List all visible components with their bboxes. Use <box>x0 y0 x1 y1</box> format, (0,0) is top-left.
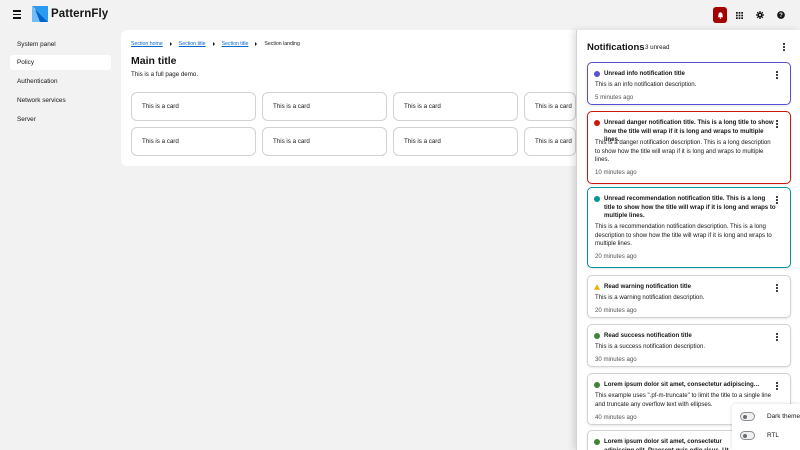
bell-icon <box>717 11 723 19</box>
notification-timestamp: 30 minutes ago <box>595 356 637 363</box>
card-text: This is a card <box>142 138 179 145</box>
notification-title: Read success notification title <box>604 332 692 339</box>
svg-text:?: ? <box>779 13 783 19</box>
card-text: This is a card <box>273 103 310 110</box>
notification-title: Lorem ipsum dolor sit amet, consectetur … <box>604 381 760 388</box>
sidebar-item-network-services[interactable]: Network services <box>10 93 111 108</box>
help-icon: ? <box>777 11 785 19</box>
card-text: This is a card <box>142 103 179 110</box>
notification-kebab-icon[interactable] <box>774 382 780 390</box>
sidebar-item-system-panel[interactable]: System panel <box>10 37 111 52</box>
notification-title: Read warning notification title <box>604 283 692 290</box>
notification-title: Unread info notification title <box>604 70 685 77</box>
sidebar-item-label: Server <box>17 116 36 123</box>
app-launcher-button[interactable] <box>732 7 746 23</box>
rtl-toggle-row: RTL <box>740 431 779 440</box>
sidebar-item-server[interactable]: Server <box>10 112 111 127</box>
settings-button[interactable] <box>753 7 767 23</box>
chevron-right-icon <box>255 42 258 46</box>
notification-description: This is a danger notification descriptio… <box>595 139 771 163</box>
sidebar-item-label: Policy <box>17 59 35 66</box>
sidebar-item-label: System panel <box>17 41 56 48</box>
chevron-right-icon <box>212 42 215 46</box>
dark-theme-toggle[interactable] <box>740 412 755 421</box>
breadcrumb-link[interactable]: Section home <box>131 41 163 47</box>
notification-description: This is a success notification descripti… <box>595 343 706 350</box>
notification-drawer: Notifications 3 unread Unread info notif… <box>576 30 800 450</box>
notification-kebab-icon[interactable] <box>774 196 780 204</box>
dark-theme-toggle-row: Dark theme <box>740 412 800 421</box>
card-text: This is a card <box>535 103 572 110</box>
check-circle-icon <box>594 439 600 445</box>
breadcrumb: Section home Section title Section title… <box>131 41 300 47</box>
card[interactable]: This is a card <box>393 92 518 121</box>
page-title: Main title <box>131 55 177 67</box>
breadcrumb-link[interactable]: Section title <box>222 41 249 47</box>
warning-triangle-icon <box>594 284 600 290</box>
notification-timestamp: 10 minutes ago <box>595 169 637 176</box>
notification-item-info[interactable]: Unread info notification title This is a… <box>587 62 791 105</box>
breadcrumb-current: Section landing <box>264 41 300 47</box>
breadcrumb-link[interactable]: Section title <box>179 41 206 47</box>
card[interactable]: This is a card <box>524 92 576 121</box>
check-circle-icon <box>594 333 600 339</box>
card[interactable]: This is a card <box>262 92 387 121</box>
notification-kebab-icon[interactable] <box>774 284 780 292</box>
notification-kebab-icon[interactable] <box>774 71 780 79</box>
bars-icon[interactable] <box>13 10 21 19</box>
notification-timestamp: 5 minutes ago <box>595 94 634 101</box>
card-text: This is a card <box>404 103 441 110</box>
card[interactable]: This is a card <box>262 127 387 156</box>
notification-kebab-icon[interactable] <box>774 120 780 128</box>
notification-description: This is a warning notification descripti… <box>595 294 705 301</box>
card-text: This is a card <box>404 138 441 145</box>
sidebar-item-authentication[interactable]: Authentication <box>10 74 111 89</box>
unread-count: 3 unread <box>645 44 670 51</box>
check-circle-icon <box>594 382 600 388</box>
notification-item-success[interactable]: Read success notification title This is … <box>587 324 791 367</box>
drawer-title: Notifications <box>587 42 645 53</box>
card[interactable]: This is a card <box>131 127 256 156</box>
patternfly-logo-icon[interactable] <box>32 6 48 22</box>
lightbulb-icon <box>594 196 600 202</box>
card-text: This is a card <box>535 138 572 145</box>
notification-timestamp: 20 minutes ago <box>595 253 637 260</box>
card[interactable]: This is a card <box>524 127 576 156</box>
sidebar-item-policy[interactable]: Policy <box>10 55 111 70</box>
sidebar-item-label: Authentication <box>17 78 58 85</box>
theme-switcher: Dark theme RTL <box>732 404 800 450</box>
notification-item-danger[interactable]: Unread danger notification title. This i… <box>587 111 791 184</box>
notification-kebab-icon[interactable] <box>774 333 780 341</box>
drawer-actions-kebab-icon[interactable] <box>781 43 787 51</box>
notification-title: Lorem ipsum dolor sit amet, consectetur … <box>604 438 729 450</box>
notification-item-warning[interactable]: Read warning notification title This is … <box>587 275 791 318</box>
notification-bell-button[interactable] <box>713 7 727 23</box>
help-button[interactable]: ? <box>774 7 788 23</box>
notification-timestamp: 20 minutes ago <box>595 307 637 314</box>
chevron-right-icon <box>169 42 172 46</box>
info-circle-icon <box>594 71 600 77</box>
dark-theme-label: Dark theme <box>766 413 800 420</box>
rtl-label: RTL <box>767 432 779 439</box>
card[interactable]: This is a card <box>393 127 518 156</box>
notification-timestamp: 40 minutes ago <box>595 414 637 421</box>
notification-description: This is an info notification description… <box>595 81 697 88</box>
masthead: PatternFly ? <box>0 0 800 30</box>
card[interactable]: This is a card <box>131 92 256 121</box>
notification-title: Unread recommendation notification title… <box>604 195 776 219</box>
gear-icon <box>756 11 764 19</box>
notification-description: This is a recommendation notification de… <box>595 223 772 247</box>
page-description: This is a full page demo. <box>131 71 199 78</box>
brand-name[interactable]: PatternFly <box>51 8 108 20</box>
exclamation-circle-icon <box>594 120 600 126</box>
rtl-toggle[interactable] <box>740 431 755 440</box>
sidebar-item-label: Network services <box>17 97 66 104</box>
grid-icon <box>735 11 743 19</box>
card-text: This is a card <box>273 138 310 145</box>
notification-item-recommendation[interactable]: Unread recommendation notification title… <box>587 187 791 268</box>
